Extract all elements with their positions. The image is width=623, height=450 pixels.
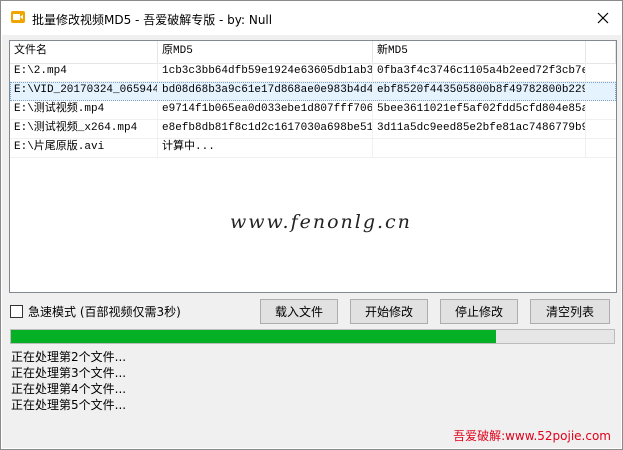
- log-line: 正在处理第3个文件...: [11, 366, 127, 380]
- filename-cell: E:\测试视频_x264.mp4: [10, 120, 158, 138]
- column-header-new-md5[interactable]: 新MD5: [373, 41, 586, 63]
- extra-cell: [586, 120, 616, 138]
- old-md5-cell: e8efb8db81f8c1d2c1617030a698be51: [158, 120, 373, 138]
- close-button[interactable]: [592, 7, 614, 29]
- title-bar[interactable]: 批量修改视频MD5 - 吾爱破解专版 - by: Null: [1, 1, 622, 35]
- table-row[interactable]: E:\测试视频.mp4 e9714f1b065ea0d033ebe1d807fff…: [10, 101, 616, 120]
- column-header-old-md5[interactable]: 原MD5: [158, 41, 373, 63]
- old-md5-cell: bd08d68b3a9c61e17d868ae0e983b4d4: [158, 82, 373, 100]
- load-files-button[interactable]: 载入文件: [260, 299, 338, 324]
- footer-link[interactable]: 吾爱破解:www.52pojie.com: [453, 427, 611, 444]
- old-md5-cell: 1cb3c3bb64dfb59e1924e63605db1ab3: [158, 63, 373, 81]
- file-list-view[interactable]: 文件名 原MD5 新MD5 E:\2.mp4 1cb3c3bb64dfb59e19…: [9, 40, 617, 293]
- new-md5-cell: 5bee3611021ef5af02fdd5cfd804e85a: [373, 101, 586, 119]
- log-line: 正在处理第2个文件...: [11, 350, 127, 364]
- fast-mode-label: 急速模式 (百部视频仅需3秒): [28, 305, 181, 319]
- log-line: 正在处理第4个文件...: [11, 382, 127, 396]
- old-md5-cell: 计算中...: [158, 139, 373, 157]
- new-md5-cell: 3d11a5dc9eed85e2bfe81ac7486779b9: [373, 120, 586, 138]
- extra-cell: [586, 82, 616, 100]
- progress-fill: [11, 330, 497, 343]
- app-window: 批量修改视频MD5 - 吾爱破解专版 - by: Null 文件名 原MD5 新…: [0, 0, 623, 450]
- status-log: 正在处理第2个文件... 正在处理第3个文件... 正在处理第4个文件... 正…: [11, 349, 451, 413]
- fast-mode-checkbox[interactable]: [10, 305, 23, 318]
- extra-cell: [586, 139, 616, 157]
- filename-cell: E:\测试视频.mp4: [10, 101, 158, 119]
- new-md5-cell: ebf8520f443505800b8f49782800b229: [373, 82, 586, 100]
- window-title: 批量修改视频MD5 - 吾爱破解专版 - by: Null: [32, 13, 273, 27]
- column-header-filename[interactable]: 文件名: [10, 41, 158, 63]
- new-md5-cell: [373, 139, 586, 157]
- new-md5-cell: 0fba3f4c3746c1105a4b2eed72f3cb7e: [373, 63, 586, 81]
- fast-mode-option[interactable]: 急速模式 (百部视频仅需3秒): [10, 303, 181, 320]
- list-header: 文件名 原MD5 新MD5: [10, 41, 616, 64]
- table-row[interactable]: E:\VID_20170324_065944 bd08d68b3a9c61e17d…: [10, 82, 616, 101]
- close-icon: [597, 12, 609, 24]
- list-rows: E:\2.mp4 1cb3c3bb64dfb59e1924e63605db1ab3…: [10, 63, 616, 158]
- log-line: 正在处理第5个文件...: [11, 398, 127, 412]
- table-row[interactable]: E:\2.mp4 1cb3c3bb64dfb59e1924e63605db1ab3…: [10, 63, 616, 82]
- table-row[interactable]: E:\测试视频_x264.mp4 e8efb8db81f8c1d2c1617030…: [10, 120, 616, 139]
- progress-bar: [10, 329, 615, 344]
- start-modify-button[interactable]: 开始修改: [350, 299, 428, 324]
- extra-cell: [586, 63, 616, 81]
- client-area: 文件名 原MD5 新MD5 E:\2.mp4 1cb3c3bb64dfb59e19…: [2, 35, 621, 448]
- column-header-extra: [586, 41, 616, 63]
- filename-cell: E:\片尾原版.avi: [10, 139, 158, 157]
- watermark-text: www.fenonlg.cn: [230, 211, 412, 233]
- filename-cell: E:\VID_20170324_065944: [10, 82, 158, 100]
- extra-cell: [586, 101, 616, 119]
- old-md5-cell: e9714f1b065ea0d033ebe1d807fff706: [158, 101, 373, 119]
- filename-cell: E:\2.mp4: [10, 63, 158, 81]
- stop-modify-button[interactable]: 停止修改: [440, 299, 518, 324]
- table-row[interactable]: E:\片尾原版.avi 计算中...: [10, 139, 616, 158]
- clear-list-button[interactable]: 清空列表: [530, 299, 610, 324]
- video-camera-icon: [11, 11, 25, 23]
